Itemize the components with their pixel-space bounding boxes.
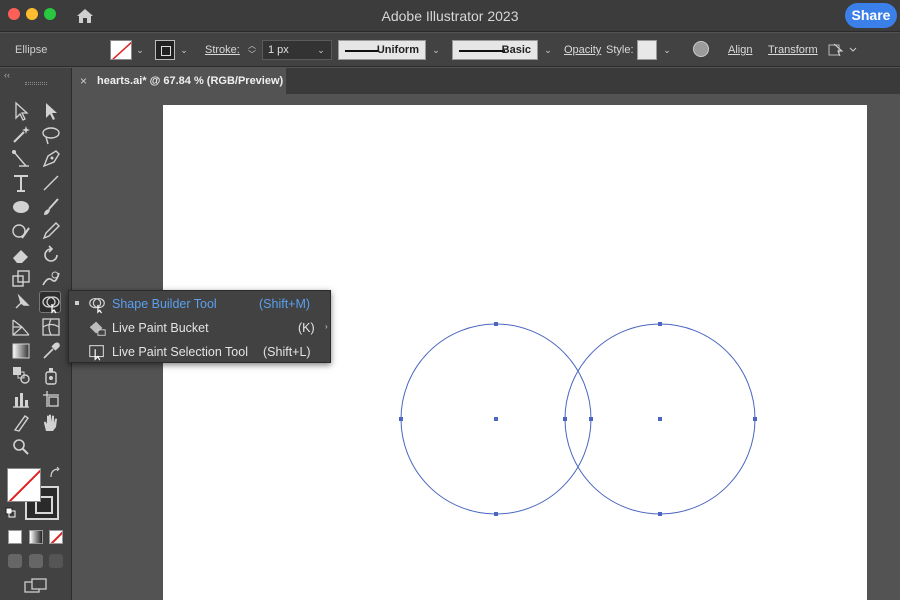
swap-fill-stroke-icon[interactable] [48, 466, 62, 480]
flyout-item-shortcut: (Shift+M) [259, 297, 311, 311]
draw-behind-icon[interactable] [29, 554, 43, 568]
magic-wand-tool-icon[interactable] [10, 124, 32, 146]
stroke-panel-link[interactable]: Stroke: [205, 44, 240, 56]
recolor-artwork-icon[interactable] [693, 41, 709, 57]
document-tab-title: hearts.ai* @ 67.84 % (RGB/Preview) [97, 75, 284, 87]
chevron-down-icon[interactable]: ⌄ [429, 40, 443, 60]
app-title: Adobe Illustrator 2023 [381, 8, 519, 24]
flyout-item-shape-builder[interactable]: Shape Builder Tool (Shift+M) [69, 292, 332, 316]
align-panel-link[interactable]: Align [728, 44, 752, 56]
transform-panel-link[interactable]: Transform [768, 44, 818, 56]
shape-builder-icon [87, 294, 107, 314]
chevron-down-icon[interactable]: ⌄ [660, 40, 674, 60]
document-tab-bar: × hearts.ai* @ 67.84 % (RGB/Preview) [72, 68, 900, 94]
chevron-down-icon[interactable]: ⌄ [177, 40, 191, 60]
none-mode-button[interactable] [49, 530, 63, 544]
flyout-item-live-paint-bucket[interactable]: Live Paint Bucket (K) › [69, 316, 332, 340]
shape-builder-tool-icon[interactable] [39, 291, 61, 314]
flyout-item-label: Shape Builder Tool [112, 297, 217, 311]
stroke-weight-stepper[interactable]: ︿ ﹀ [245, 41, 259, 61]
chevron-right-icon: › [325, 322, 328, 331]
live-paint-bucket-icon [87, 318, 107, 338]
stroke-color-swatch[interactable] [155, 40, 175, 60]
selection-tool-icon[interactable] [10, 100, 32, 122]
close-tab-icon[interactable]: × [80, 74, 87, 88]
pencil-tool-icon[interactable] [40, 220, 62, 242]
rotate-tool-icon[interactable] [40, 244, 62, 266]
gradient-mode-button[interactable] [29, 530, 43, 544]
hand-tool-icon[interactable] [40, 412, 62, 434]
anchor-points[interactable] [399, 322, 757, 516]
fill-color-box[interactable] [7, 468, 41, 502]
slice-tool-icon[interactable] [10, 412, 32, 434]
collapse-panel-icon[interactable]: ‹‹ [4, 70, 10, 80]
blend-tool-icon[interactable] [10, 364, 32, 386]
live-paint-selection-icon [87, 342, 107, 362]
share-button[interactable]: Share [845, 3, 897, 28]
symbol-sprayer-tool-icon[interactable] [40, 364, 62, 386]
style-label: Style: [606, 44, 634, 56]
graphic-style-swatch[interactable] [637, 40, 657, 60]
pen-tool-icon[interactable] [40, 148, 62, 170]
draw-inside-icon[interactable] [49, 554, 63, 568]
flyout-item-live-paint-selection[interactable]: Live Paint Selection Tool (Shift+L) [69, 340, 332, 364]
selection-type-label: Ellipse [15, 44, 48, 56]
artboard-tool-icon[interactable] [40, 388, 62, 410]
default-fill-stroke-icon[interactable] [5, 506, 17, 518]
paintbrush-tool-icon[interactable] [40, 196, 62, 218]
warp-tool-icon[interactable] [40, 268, 62, 290]
color-mode-button[interactable] [8, 530, 22, 544]
flyout-item-shortcut: (Shift+L) [263, 345, 311, 359]
line-segment-tool-icon[interactable] [40, 172, 62, 194]
eraser-tool-icon[interactable] [10, 244, 32, 266]
chevron-down-icon[interactable]: ⌄ [133, 40, 147, 60]
direct-selection-tool-icon[interactable] [40, 100, 62, 122]
gradient-tool-icon[interactable] [10, 340, 32, 362]
control-bar: Ellipse ⌄ ⌄ Stroke: ︿ ﹀ 1 px ⌄ Uniform ⌄ … [0, 33, 900, 67]
opacity-panel-link[interactable]: Opacity [564, 44, 601, 56]
flyout-item-shortcut: (K) [298, 321, 315, 335]
draw-normal-icon[interactable] [8, 554, 22, 568]
panel-grip[interactable] [25, 82, 47, 85]
selected-bullet [75, 301, 79, 305]
zoom-tool-icon[interactable] [10, 436, 32, 458]
column-graph-tool-icon[interactable] [10, 388, 32, 410]
variable-width-profile-select[interactable]: Uniform [338, 40, 426, 60]
type-tool-icon[interactable] [10, 172, 32, 194]
isolate-mode-icon[interactable] [828, 42, 858, 58]
puppet-warp-tool-icon[interactable] [10, 292, 32, 314]
ellipse-tool-icon[interactable] [10, 196, 32, 218]
tools-panel: ‹‹ [0, 68, 72, 600]
profile-line-preview [345, 50, 379, 52]
flyout-item-label: Live Paint Bucket [112, 321, 209, 335]
shaper-tool-icon[interactable] [10, 220, 32, 242]
tool-flyout-menu: Shape Builder Tool (Shift+M) Live Paint … [68, 290, 331, 363]
mesh-tool-icon[interactable] [40, 316, 62, 338]
eyedropper-tool-icon[interactable] [40, 340, 62, 362]
perspective-grid-tool-icon[interactable] [10, 316, 32, 338]
chevron-down-icon[interactable]: ⌄ [541, 40, 555, 60]
brush-definition-select[interactable]: Basic [452, 40, 538, 60]
lasso-tool-icon[interactable] [40, 124, 62, 146]
title-bar: Adobe Illustrator 2023 Share [0, 0, 900, 32]
chevron-down-icon[interactable]: ⌄ [314, 40, 328, 60]
curvature-tool-icon[interactable] [10, 148, 32, 170]
fill-color-swatch[interactable] [110, 40, 132, 60]
brush-line-preview [459, 50, 505, 52]
screen-mode-icon[interactable] [24, 577, 48, 595]
document-tab[interactable]: × hearts.ai* @ 67.84 % (RGB/Preview) [72, 68, 286, 94]
scale-tool-icon[interactable] [10, 268, 32, 290]
flyout-item-label: Live Paint Selection Tool [112, 345, 248, 359]
